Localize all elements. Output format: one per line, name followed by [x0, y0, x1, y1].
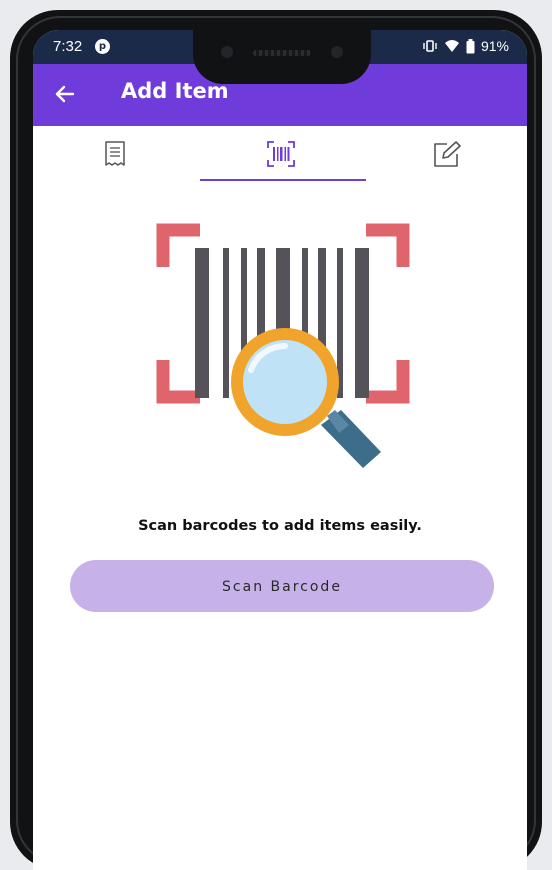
scan-corner-top-right: [366, 223, 410, 267]
front-camera-icon: [221, 46, 233, 58]
earpiece-speaker: [253, 50, 311, 56]
scan-barcode-button[interactable]: Scan Barcode: [70, 560, 494, 612]
status-time: 7:32: [53, 38, 83, 55]
tab-selected-indicator: [200, 179, 366, 181]
scan-corner-bottom-left: [156, 360, 200, 404]
battery-icon: [466, 38, 475, 53]
status-icons: 91%: [422, 38, 509, 54]
magnifier-glass: [243, 340, 327, 424]
sensor-icon: [331, 46, 343, 58]
wifi-icon: [444, 40, 459, 52]
barcode-scan-icon: [267, 141, 295, 167]
tab-barcode-scan[interactable]: [201, 126, 361, 182]
scan-instructions-text: Scan barcodes to add items easily.: [138, 518, 422, 534]
arrow-left-icon[interactable]: [53, 82, 77, 110]
page-title: Add Item: [121, 79, 229, 103]
tab-receipt[interactable]: [35, 126, 195, 182]
tab-bar: [33, 126, 527, 182]
edit-icon: [434, 141, 461, 167]
battery-percent: 91%: [480, 38, 509, 54]
camera-notch: [193, 30, 371, 84]
vibrate-icon: [423, 40, 437, 52]
magnifier-handle: [321, 410, 381, 468]
scan-corner-top-left: [156, 223, 200, 267]
barcode-magnifier-illustration: [156, 223, 410, 468]
app-notification-icon: p: [95, 39, 110, 54]
app-screen: 7:32 p 91% Add Item Scan barcodes to add…: [33, 30, 527, 870]
receipt-icon: [105, 141, 125, 166]
scan-corner-bottom-right: [366, 360, 410, 404]
tab-edit[interactable]: [367, 126, 527, 182]
